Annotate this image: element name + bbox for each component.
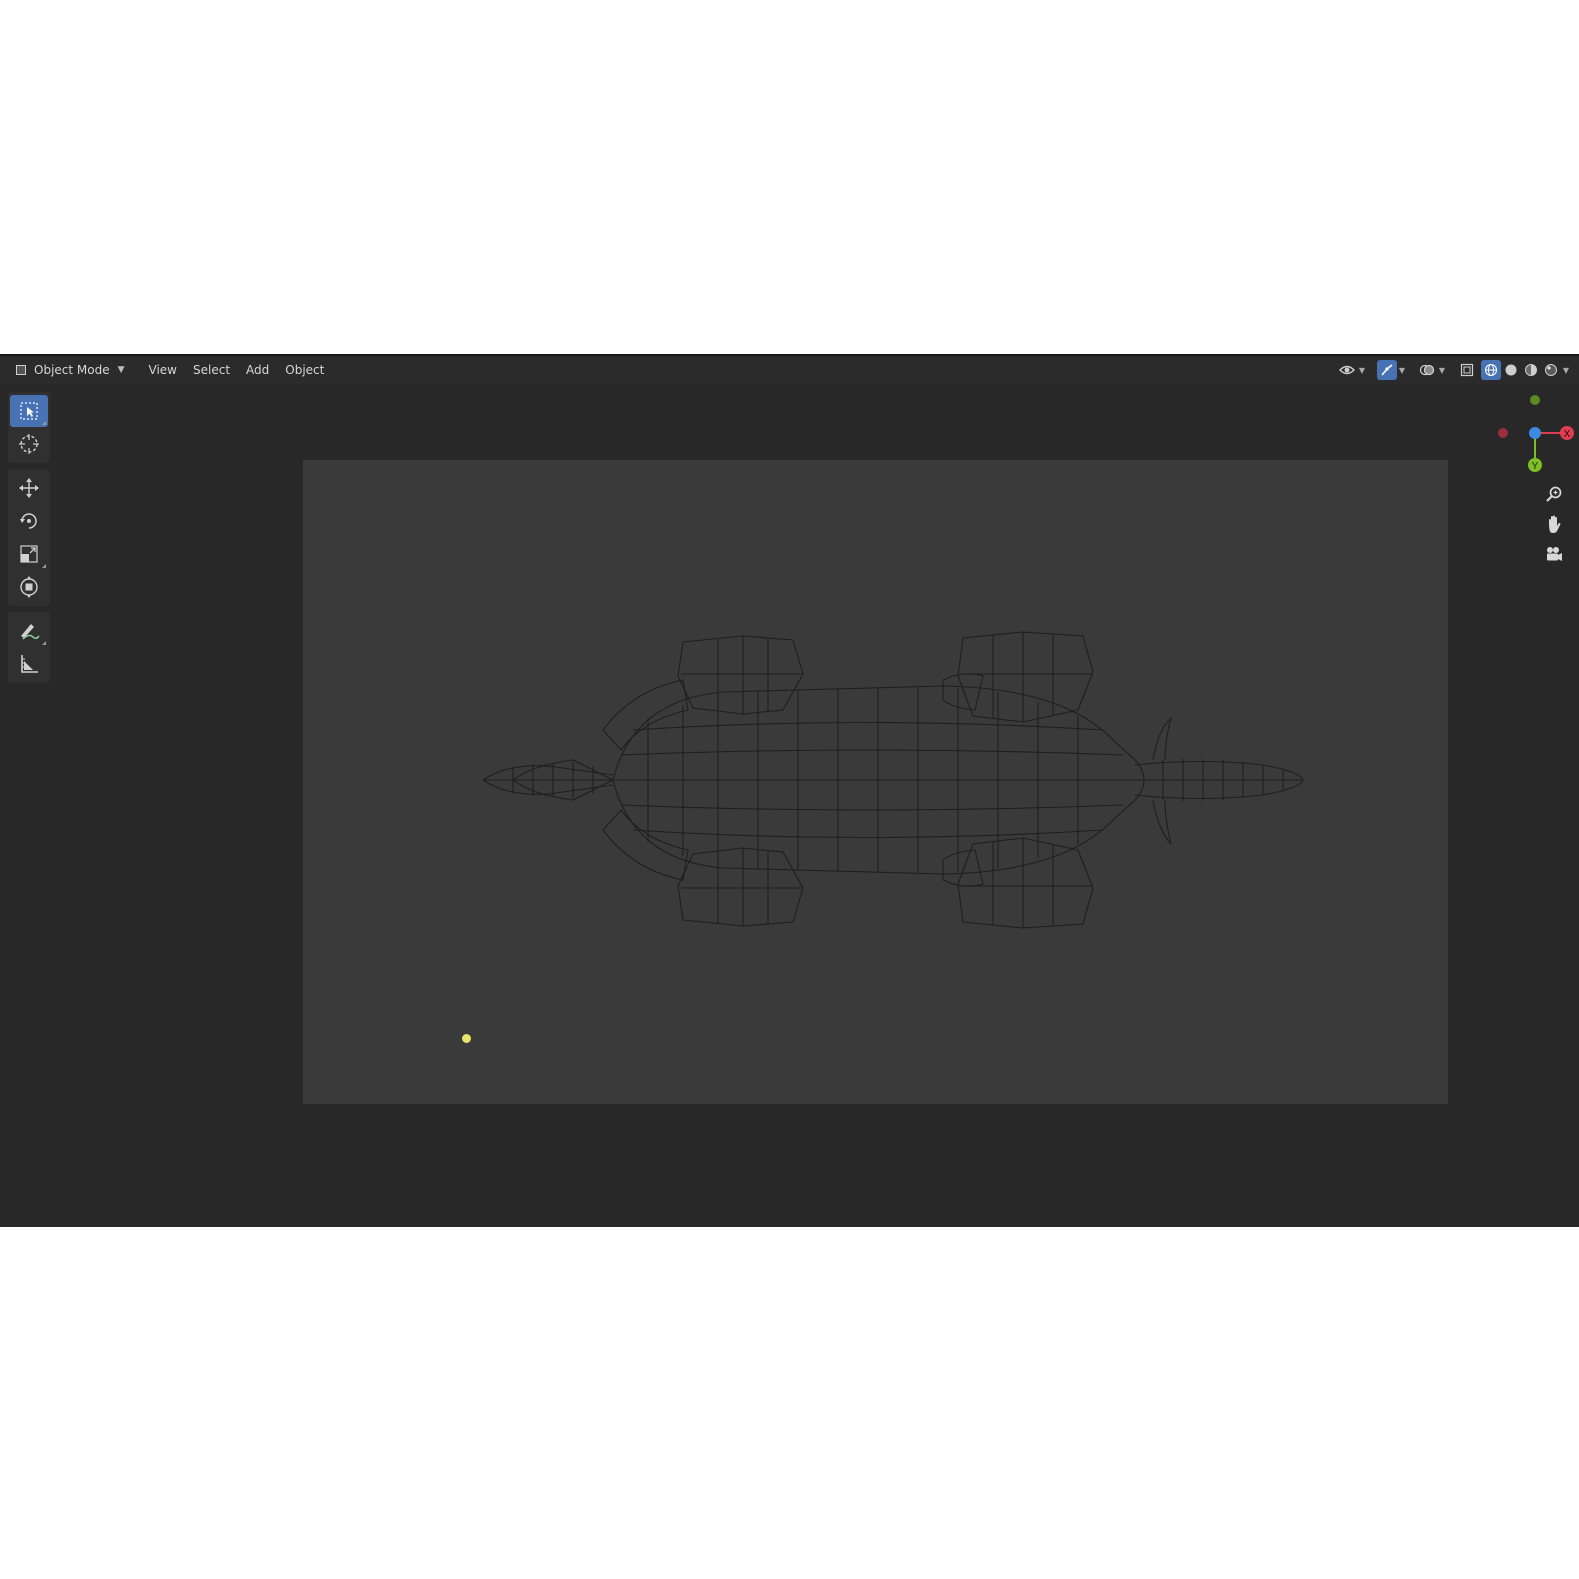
rotate-icon[interactable] <box>10 505 48 537</box>
navigation-tools <box>1541 480 1569 570</box>
measure-icon[interactable] <box>10 648 48 680</box>
move-icon[interactable] <box>10 472 48 504</box>
menu-add[interactable]: Add <box>238 359 277 381</box>
wireframe-model <box>482 631 1304 929</box>
chevron-down-icon[interactable]: ▼ <box>1357 366 1367 375</box>
rendered-shading-icon[interactable] <box>1541 360 1561 380</box>
cursor-icon[interactable] <box>10 428 48 460</box>
gizmo-x-label: X <box>1564 429 1571 440</box>
xray-icon[interactable] <box>1457 360 1477 380</box>
object-mode-label: Object Mode <box>34 363 110 377</box>
tool-group-select <box>8 392 50 463</box>
visibility-icon[interactable] <box>1337 360 1357 380</box>
light-object-icon[interactable] <box>462 1034 471 1043</box>
zoom-icon[interactable] <box>1541 480 1567 508</box>
menu-view[interactable]: View <box>141 359 185 381</box>
scale-icon[interactable] <box>10 538 48 570</box>
chevron-down-icon[interactable]: ▼ <box>1561 366 1571 375</box>
tool-group-annotate <box>8 612 50 683</box>
viewport-header: Object Mode ▼ View Select Add Object ▼ ▼… <box>0 356 1579 384</box>
select-box-icon[interactable] <box>10 395 48 427</box>
chevron-down-icon[interactable]: ▼ <box>1397 366 1407 375</box>
pan-hand-icon[interactable] <box>1541 510 1567 538</box>
axis-gizmo: X Y <box>1498 395 1574 472</box>
tool-shelf <box>8 392 50 689</box>
material-shading-icon[interactable] <box>1521 360 1541 380</box>
wireframe-shading-icon[interactable] <box>1481 360 1501 380</box>
header-right-controls: ▼ ▼ ▼ ▼ <box>1337 359 1571 381</box>
tool-group-transform <box>8 469 50 606</box>
camera-view-icon[interactable] <box>1541 540 1567 568</box>
gizmo-y-label: Y <box>1532 461 1539 472</box>
chevron-down-icon[interactable]: ▼ <box>1437 366 1447 375</box>
menu-select[interactable]: Select <box>185 359 238 381</box>
camera-frame <box>303 460 1448 1104</box>
navigation-gizmo[interactable]: X Y <box>1479 392 1579 482</box>
object-mode-icon <box>16 365 26 375</box>
overlay-icon[interactable] <box>1417 360 1437 380</box>
menu-object[interactable]: Object <box>277 359 332 381</box>
object-mode-dropdown[interactable]: Object Mode ▼ <box>12 359 131 381</box>
annotate-icon[interactable] <box>10 615 48 647</box>
chevron-down-icon: ▼ <box>117 365 125 375</box>
blender-3d-viewport[interactable]: Object Mode ▼ View Select Add Object ▼ ▼… <box>0 354 1579 1227</box>
solid-shading-icon[interactable] <box>1501 360 1521 380</box>
transform-icon[interactable] <box>10 571 48 603</box>
gizmo-icon[interactable] <box>1377 360 1397 380</box>
